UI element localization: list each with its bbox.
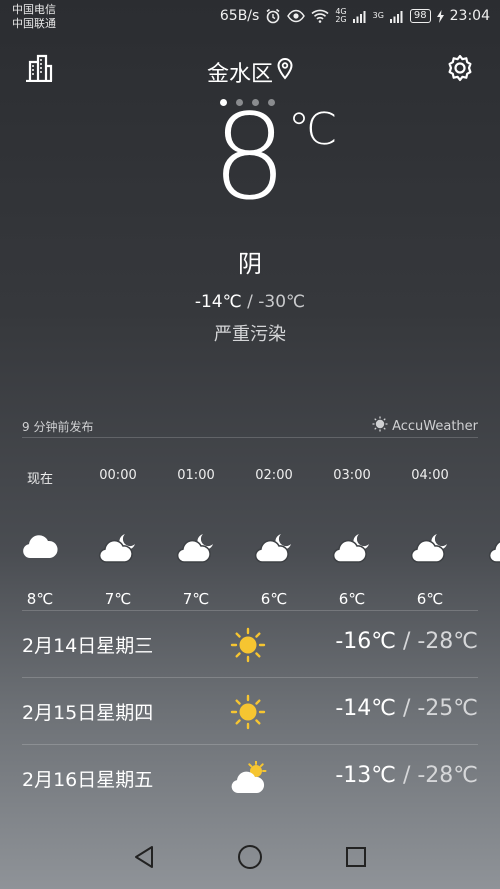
hour-temp: 6℃ [260,590,288,608]
hourly-item: 03:00 6℃ [322,468,382,608]
sunny-icon [230,627,266,667]
day-low: -25℃ [417,696,478,721]
day-date: 2月14日星期三 [22,635,154,657]
location-pin-icon [277,57,293,86]
provider-link[interactable]: AccuWeather [372,416,478,436]
signal-2-icon [389,10,404,23]
hour-time: 01:00 [177,468,215,483]
location-selector[interactable]: 金水区 [0,56,500,88]
hourly-item: 04:00 6℃ [400,468,460,608]
hourly-item: 现在 8℃ [10,468,70,608]
signal-2-label: 3G [372,11,384,20]
hour-time: 现在 [26,472,53,487]
partly-cloudy-icon [230,760,268,799]
hour-temp: 6℃ [338,590,366,608]
network-speed: 65B/s [219,8,260,24]
daily-forecast: 2月14日星期三 -16℃ / -28℃ 2月15日星期四 -14℃ / -25℃ 2月… [22,610,478,811]
hourly-item: 05 6 [478,468,500,608]
range-low: -30℃ [258,292,306,312]
settings-gear-icon[interactable] [446,54,474,86]
hour-time: 03:00 [333,468,371,483]
status-icons: 65B/s 4G 2G 3G 98 23:04 [219,7,490,25]
day-low: -28℃ [417,629,478,654]
eye-comfort-icon [287,9,306,23]
recents-icon[interactable] [345,846,367,872]
day-high: -14℃ [335,696,396,721]
daily-row[interactable]: 2月16日星期五 -13℃ / -28℃ [22,744,478,811]
temperature-unit: ℃ [288,104,338,155]
hour-temp: 6℃ [416,590,444,608]
daily-row[interactable]: 2月14日星期三 -16℃ / -28℃ [22,610,478,677]
charging-icon [436,9,444,23]
hour-temp: 7℃ [182,590,210,608]
provider-name: AccuWeather [392,418,478,434]
day-high: -16℃ [335,629,396,654]
back-icon[interactable] [133,845,155,873]
cloudy-night-icon [400,532,460,566]
day-temps: -14℃ / -25℃ [335,696,478,721]
cloudy-night-icon [478,532,500,566]
day-date: 2月16日星期五 [22,769,154,791]
hour-time: 05 [478,468,500,488]
day-temps: -16℃ / -28℃ [335,629,478,654]
cloudy-night-icon [322,532,382,566]
hour-temp: 8℃ [26,590,54,608]
clock: 23:04 [449,8,490,24]
hourly-item: 02:00 6℃ [244,468,304,608]
hour-time: 02:00 [255,468,293,483]
current-temperature: 8 [212,88,287,226]
temperature-range: -14℃ / -30℃ [0,292,500,312]
hour-temp: 6 [478,590,500,608]
cloudy-night-icon [166,532,226,566]
battery-icon: 98 [409,9,431,23]
day-temps: -13℃ / -28℃ [335,763,478,788]
day-high: -13℃ [335,763,396,788]
daily-row[interactable]: 2月15日星期四 -14℃ / -25℃ [22,677,478,744]
day-low: -28℃ [417,763,478,788]
range-separator: / [241,292,259,312]
header: 金水区 [0,52,500,88]
air-quality[interactable]: 严重污染 [0,320,500,346]
hour-time: 00:00 [99,468,137,483]
hourly-item: 01:00 7℃ [166,468,226,608]
home-icon[interactable] [237,844,263,874]
publish-info: 9 分钟前发布 AccuWeather [22,416,478,438]
wifi-icon [311,9,329,23]
navigation-bar [0,829,500,889]
cloudy-night-icon [88,532,148,566]
day-date: 2月15日星期四 [22,702,154,724]
hourly-item: 00:00 7℃ [88,468,148,608]
range-high: -14℃ [194,292,242,312]
day-separator: / [395,629,418,654]
hour-temp: 7℃ [104,590,132,608]
sunny-icon [230,694,266,734]
status-bar: 中国电信 中国联通 65B/s 4G 2G 3G 98 23:04 [0,0,500,36]
alarm-icon [265,8,281,24]
day-separator: / [395,696,418,721]
signal-1-icon [352,10,367,23]
day-separator: / [395,763,418,788]
signal-1-label: 4G 2G [335,7,347,24]
carrier-2: 中国联通 [12,17,56,30]
cloudy-night-icon [244,532,304,566]
carrier-labels: 中国电信 中国联通 [12,3,56,31]
location-name: 金水区 [206,62,273,87]
carrier-1: 中国电信 [12,3,56,16]
publish-time: 9 分钟前发布 [22,420,94,434]
cloudy-icon [10,532,70,566]
weather-condition: 阴 [238,250,262,278]
accuweather-sun-icon [372,416,388,436]
hourly-forecast[interactable]: 现在8℃00:007℃01:007℃02:006℃03:006℃04:006℃0… [0,468,500,608]
hour-time: 04:00 [411,468,449,483]
